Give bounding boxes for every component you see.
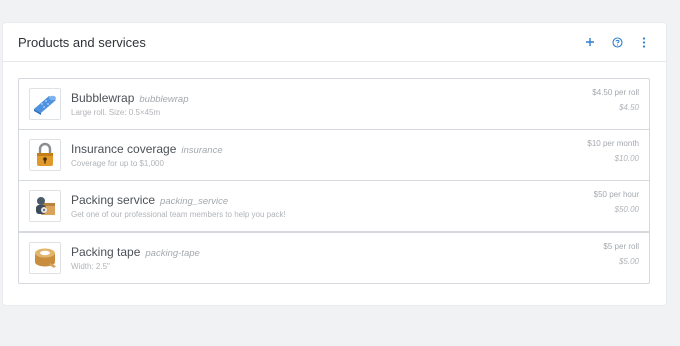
product-code: packing_service (160, 196, 229, 207)
more-button[interactable] (636, 34, 652, 50)
product-code: packing-tape (145, 248, 200, 259)
list-item[interactable]: Packing service packing_service Get one … (19, 181, 649, 232)
list-item[interactable]: Insurance coverage insurance Coverage fo… (19, 130, 649, 181)
product-thumbnail (29, 242, 61, 274)
product-name: Packing service (71, 193, 156, 207)
product-thumbnail (29, 88, 61, 120)
header-actions (582, 23, 652, 61)
product-thumbnail (29, 190, 61, 222)
help-button[interactable] (609, 34, 625, 50)
product-description: Width: 2.5" (71, 262, 110, 271)
help-icon (611, 36, 623, 48)
panel-header: Products and services (3, 23, 666, 62)
packing-tape-icon (35, 248, 56, 268)
unit-price: $10 per month (587, 139, 639, 148)
line-total: $10.00 (614, 154, 639, 163)
product-description: Large roll. Size: 0.5×45m (71, 108, 161, 117)
product-name: Packing tape (71, 245, 141, 259)
line-total: $4.50 (618, 103, 639, 112)
product-name: Insurance coverage (71, 142, 177, 156)
product-description: Get one of our professional team members… (71, 210, 286, 219)
add-icon (586, 38, 594, 46)
bubblewrap-icon (34, 95, 56, 115)
padlock-icon (37, 142, 53, 166)
product-thumbnail (29, 139, 61, 171)
unit-price: $50 per hour (593, 190, 639, 199)
product-list: Bubblewrap bubblewrap Large roll. Size: … (18, 78, 650, 284)
product-description: Coverage for up to $1,000 (71, 159, 164, 168)
more-icon (642, 36, 646, 48)
line-total: $50.00 (614, 205, 639, 214)
list-item[interactable]: Bubblewrap bubblewrap Large roll. Size: … (19, 79, 649, 130)
unit-price: $4.50 per roll (592, 88, 639, 97)
product-name: Bubblewrap (71, 91, 135, 105)
product-code: insurance (181, 145, 223, 156)
add-button[interactable] (582, 34, 598, 50)
unit-price: $5 per roll (603, 242, 639, 251)
panel-title: Products and services (18, 34, 146, 50)
products-panel: Products and services Bubblewrap bubblew… (3, 23, 666, 305)
list-item[interactable]: Packing tape packing-tape Width: 2.5" $5… (19, 232, 649, 283)
product-code: bubblewrap (139, 94, 189, 105)
line-total: $5.00 (618, 257, 639, 266)
packing-service-icon (36, 197, 55, 215)
